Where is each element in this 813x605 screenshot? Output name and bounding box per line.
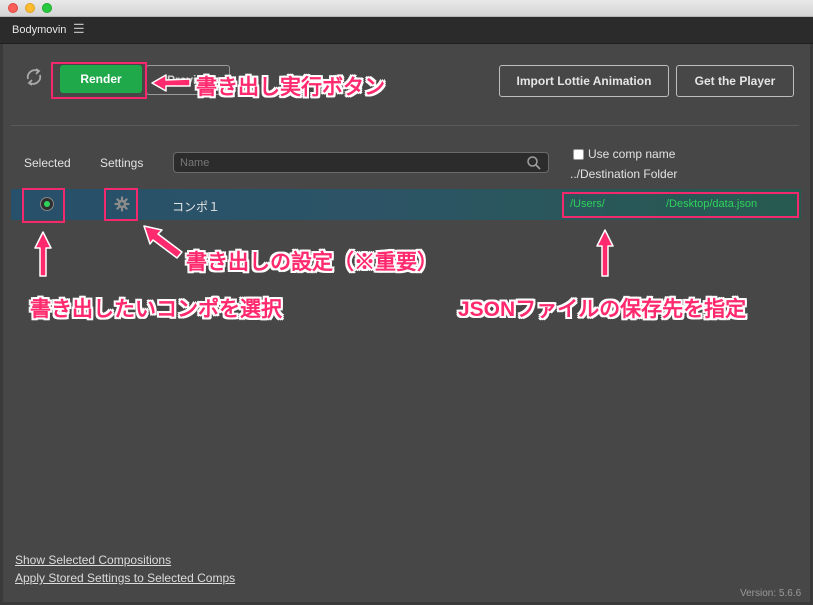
- annotation-settings: 書き出しの設定（※重要）: [186, 251, 438, 274]
- annotation-select: 書き出したいコンポを選択: [30, 298, 282, 321]
- panel-tab-bar: Bodymovin ☰: [0, 17, 813, 44]
- import-lottie-animation-button[interactable]: Import Lottie Animation: [499, 65, 669, 97]
- render-button[interactable]: Render: [60, 65, 142, 93]
- gear-icon[interactable]: [114, 196, 130, 212]
- panel-title: Bodymovin: [12, 24, 67, 36]
- use-comp-name-label: Use comp name: [588, 147, 676, 161]
- get-the-player-button[interactable]: Get the Player: [676, 65, 794, 97]
- apply-stored-settings-link[interactable]: Apply Stored Settings to Selected Comps: [15, 571, 235, 585]
- selected-radio[interactable]: [40, 197, 54, 211]
- selected-column-header: Selected: [24, 156, 71, 170]
- destination-path-link[interactable]: /Users/ /Desktop/data.json: [570, 198, 757, 210]
- divider: [11, 125, 799, 126]
- minimize-window-button[interactable]: [25, 3, 35, 13]
- settings-column-header: Settings: [100, 156, 144, 170]
- window-titlebar: [0, 0, 813, 17]
- destination-folder-label: ../Destination Folder: [570, 167, 678, 181]
- version-label: Version: 5.6.6: [740, 588, 802, 599]
- refresh-icon[interactable]: [23, 66, 45, 88]
- annotation-destination: JSONファイルの保存先を指定: [458, 298, 747, 321]
- annotation-render: 書き出し実行ボタン: [196, 76, 385, 99]
- use-comp-name-checkbox[interactable]: [573, 149, 584, 160]
- composition-name: コンポ１: [172, 200, 221, 214]
- hamburger-menu-icon[interactable]: ☰: [73, 21, 85, 37]
- zoom-window-button[interactable]: [42, 3, 52, 13]
- search-input[interactable]: [173, 152, 549, 173]
- bodymovin-panel: Render Previ Import Lottie Animation Get…: [3, 44, 810, 602]
- close-window-button[interactable]: [8, 3, 18, 13]
- search-icon[interactable]: [526, 155, 542, 171]
- radio-checked-dot: [44, 201, 50, 207]
- show-selected-compositions-link[interactable]: Show Selected Compositions: [15, 553, 171, 567]
